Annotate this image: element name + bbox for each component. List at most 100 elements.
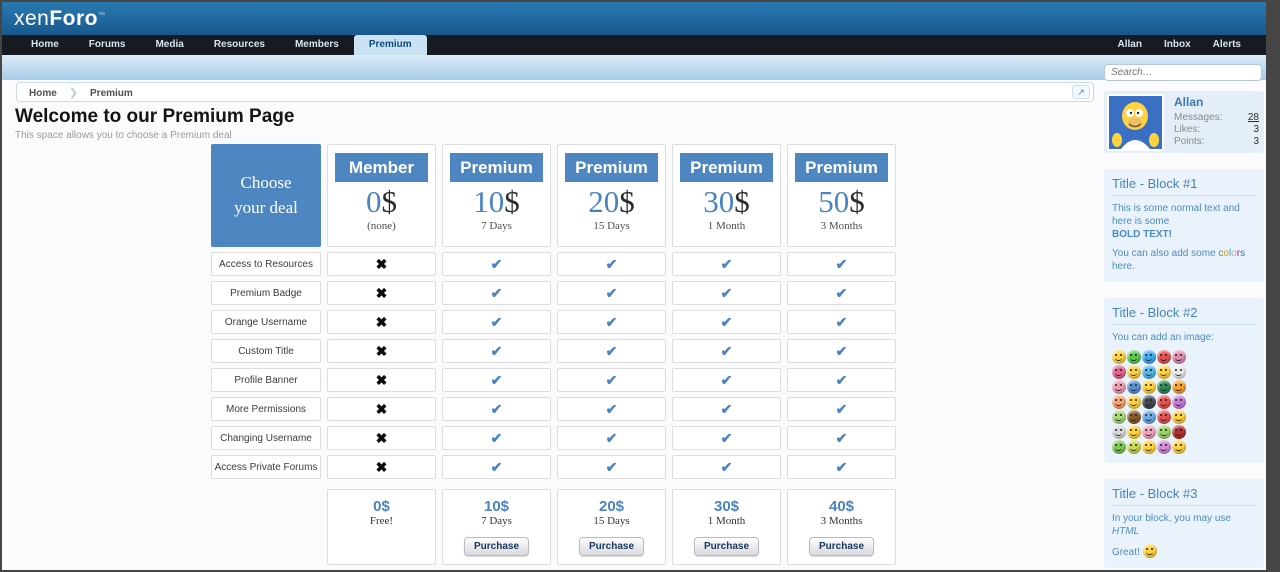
feature-included-cell: ✔ bbox=[787, 339, 896, 363]
smiley-icon bbox=[1127, 365, 1141, 379]
user-nav: Allan Inbox Alerts bbox=[1107, 35, 1252, 55]
nav-tab-home[interactable]: Home bbox=[16, 35, 74, 55]
purchase-button[interactable]: Purchase bbox=[463, 537, 530, 556]
purchase-button[interactable]: Purchase bbox=[578, 537, 645, 556]
feature-label: Custom Title bbox=[211, 339, 321, 363]
plan-name: Premium bbox=[450, 153, 543, 182]
price-number: 30 bbox=[703, 184, 735, 219]
smiley-icon bbox=[1172, 425, 1186, 439]
price-number: 20 bbox=[588, 184, 620, 219]
breadcrumb-premium[interactable]: Premium bbox=[78, 88, 145, 99]
stat-value[interactable]: 28 bbox=[1248, 112, 1259, 124]
feature-included-cell: ✔ bbox=[442, 281, 551, 305]
feature-included-cell: ✔ bbox=[787, 252, 896, 276]
feature-included-cell: ✔ bbox=[672, 281, 781, 305]
user-link-inbox[interactable]: Inbox bbox=[1153, 35, 1202, 55]
nav-tab-premium[interactable]: Premium bbox=[353, 35, 427, 55]
plan-column-4: Premium 50$ 3 Months ✔ ✔ ✔ ✔ ✔ ✔ ✔ ✔ 40$ 3 Months Pur… bbox=[787, 144, 896, 565]
block3-line1-pre: In your block, you may use bbox=[1112, 513, 1231, 524]
smiley-icon bbox=[1157, 395, 1171, 409]
plan-period: (none) bbox=[367, 220, 396, 232]
check-icon: ✔ bbox=[605, 458, 618, 475]
purchase-button[interactable]: Purchase bbox=[693, 537, 760, 556]
stat-label: Points: bbox=[1174, 136, 1205, 147]
sidebar-block-3: Title - Block #3 In your block, you may … bbox=[1104, 479, 1264, 568]
visitor-stats: Messages: 28 Likes: 3 Points: 3 bbox=[1174, 112, 1259, 148]
check-icon: ✔ bbox=[835, 371, 848, 388]
block2-text: You can add an image: bbox=[1112, 332, 1214, 343]
visitor-username[interactable]: Allan bbox=[1174, 95, 1203, 109]
search-input[interactable] bbox=[1104, 64, 1262, 81]
user-link-alerts[interactable]: Alerts bbox=[1202, 35, 1252, 55]
plan-price: 0$ bbox=[328, 185, 435, 219]
check-icon: ✔ bbox=[490, 313, 503, 330]
feature-included-cell: ✔ bbox=[787, 426, 896, 450]
feature-excluded-cell: ✖ bbox=[327, 281, 436, 305]
xenforo-logo[interactable]: xenForo™ bbox=[14, 7, 106, 31]
smiley-icon bbox=[1172, 395, 1186, 409]
stat-value: 3 bbox=[1253, 136, 1259, 147]
cross-icon: ✖ bbox=[375, 313, 388, 330]
nav-tab-media[interactable]: Media bbox=[140, 35, 198, 55]
check-icon: ✔ bbox=[720, 255, 733, 272]
price-currency: $ bbox=[619, 184, 635, 219]
nav-tab-resources[interactable]: Resources bbox=[199, 35, 280, 55]
expand-icon[interactable]: ↗ bbox=[1072, 85, 1090, 99]
smiley-icon bbox=[1127, 380, 1141, 394]
purchase-button[interactable]: Purchase bbox=[808, 537, 875, 556]
check-icon: ✔ bbox=[490, 284, 503, 301]
block3-html-em: HTML bbox=[1112, 526, 1140, 537]
check-icon: ✔ bbox=[835, 429, 848, 446]
feature-label: Access to Resources bbox=[211, 252, 321, 276]
smiley-icon bbox=[1127, 350, 1141, 364]
plan-header: Premium 50$ 3 Months bbox=[787, 144, 896, 247]
plan-footer: 0$ Free! bbox=[327, 489, 436, 565]
feature-excluded-cell: ✖ bbox=[327, 339, 436, 363]
user-link-allan[interactable]: Allan bbox=[1107, 35, 1153, 55]
avatar[interactable] bbox=[1107, 94, 1164, 151]
cross-icon: ✖ bbox=[375, 400, 388, 417]
check-icon: ✔ bbox=[490, 458, 503, 475]
plan-period: 15 Days bbox=[593, 220, 630, 232]
feature-label: Orange Username bbox=[211, 310, 321, 334]
price-number: 0 bbox=[366, 184, 382, 219]
smiley-icon bbox=[1112, 395, 1126, 409]
feature-included-cell: ✔ bbox=[557, 426, 666, 450]
block1-line2-post: here. bbox=[1112, 261, 1135, 272]
cross-icon: ✖ bbox=[375, 429, 388, 446]
page-title: Welcome to our Premium Page bbox=[15, 106, 295, 127]
pricing-table: Choose your deal Access to Resources Prem… bbox=[211, 144, 896, 565]
visitor-stat-row: Points: 3 bbox=[1174, 136, 1259, 148]
feature-included-cell: ✔ bbox=[442, 339, 551, 363]
choose-your-deal-box: Choose your deal bbox=[211, 144, 321, 247]
block1-colors-line: You can also add some colors here. bbox=[1112, 247, 1256, 273]
feature-included-cell: ✔ bbox=[672, 397, 781, 421]
cross-icon: ✖ bbox=[375, 458, 388, 475]
smiley-icon bbox=[1172, 410, 1186, 424]
cross-icon: ✖ bbox=[375, 371, 388, 388]
check-icon: ✔ bbox=[835, 400, 848, 417]
feature-included-cell: ✔ bbox=[672, 252, 781, 276]
plan-footer: 20$ 15 Days Purchase bbox=[557, 489, 666, 565]
smiley-icon bbox=[1112, 380, 1126, 394]
smiley-icon bbox=[1112, 350, 1126, 364]
block3-great-text: Great! bbox=[1112, 547, 1140, 558]
plan-price: 50$ bbox=[788, 185, 895, 219]
feature-included-cell: ✔ bbox=[442, 455, 551, 479]
check-icon: ✔ bbox=[835, 313, 848, 330]
stat-value: 3 bbox=[1253, 124, 1259, 135]
plan-header: Premium 10$ 7 Days bbox=[442, 144, 551, 247]
nav-tab-members[interactable]: Members bbox=[280, 35, 354, 55]
check-icon: ✔ bbox=[835, 255, 848, 272]
plan-header: Premium 20$ 15 Days bbox=[557, 144, 666, 247]
smiley-icon bbox=[1142, 365, 1156, 379]
breadcrumb-home[interactable]: Home bbox=[17, 88, 69, 99]
footer-price: 40$ bbox=[828, 498, 855, 515]
nav-tab-forums[interactable]: Forums bbox=[74, 35, 141, 55]
check-icon: ✔ bbox=[720, 371, 733, 388]
plan-name: Member bbox=[335, 153, 428, 182]
footer-period: 15 Days bbox=[593, 515, 630, 527]
cross-icon: ✖ bbox=[375, 342, 388, 359]
smiley-icon bbox=[1142, 395, 1156, 409]
premium-page: xenForo™ Home Forums Media Resources Members… bbox=[2, 2, 1266, 570]
